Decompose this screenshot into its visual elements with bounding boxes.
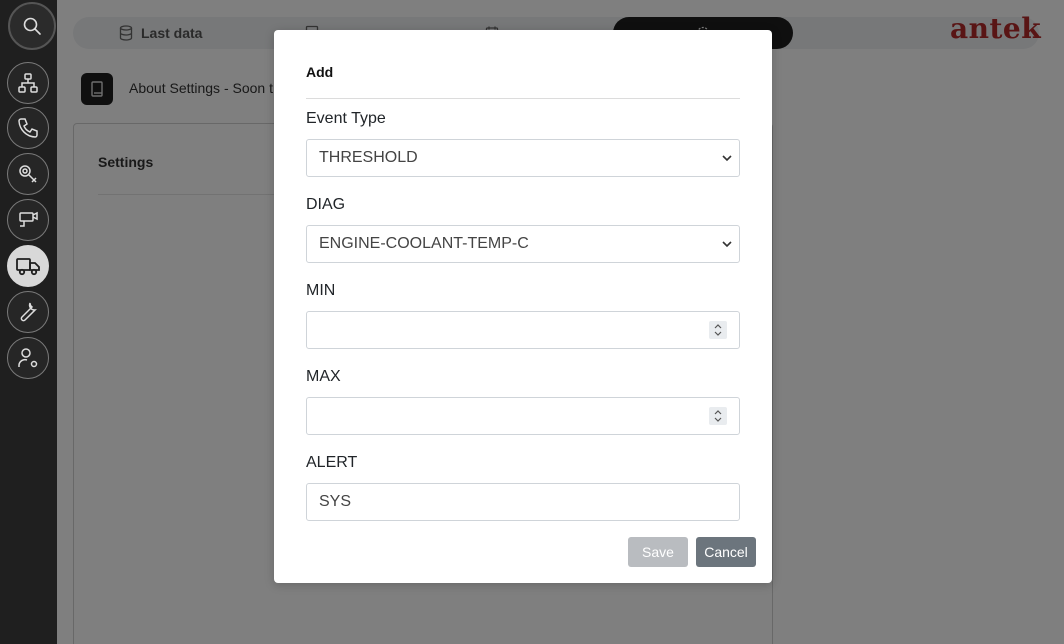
modal-title: Add <box>306 64 334 80</box>
diag-label: DIAG <box>306 196 346 213</box>
network-icon <box>18 73 38 93</box>
event-type-select[interactable]: THRESHOLD <box>306 139 740 177</box>
sidebar-item-camera[interactable] <box>7 199 49 241</box>
max-stepper[interactable] <box>709 407 727 425</box>
stepper-arrows-icon <box>714 410 722 422</box>
chevron-down-icon <box>722 155 732 162</box>
sidebar <box>0 0 57 644</box>
sensor-icon <box>19 165 37 183</box>
save-button[interactable]: Save <box>628 537 688 567</box>
truck-icon <box>16 258 40 276</box>
min-stepper[interactable] <box>709 321 727 339</box>
divider <box>306 98 740 99</box>
diag-value: ENGINE-COOLANT-TEMP-C <box>319 235 529 252</box>
user-settings-icon <box>18 348 38 368</box>
stepper-arrows-icon <box>714 324 722 336</box>
min-input[interactable] <box>306 311 740 349</box>
search-button[interactable] <box>8 2 56 50</box>
diag-select[interactable]: ENGINE-COOLANT-TEMP-C <box>306 225 740 263</box>
add-modal: Add Event Type THRESHOLD DIAG ENGINE-COO… <box>274 30 772 583</box>
sidebar-item-network[interactable] <box>7 62 49 104</box>
sidebar-item-phone[interactable] <box>7 107 49 149</box>
sidebar-item-truck[interactable] <box>7 245 49 287</box>
sidebar-item-user-settings[interactable] <box>7 337 49 379</box>
chevron-down-icon <box>722 241 732 248</box>
alert-value: SYS <box>319 493 352 510</box>
phone-icon <box>18 118 38 138</box>
cancel-button[interactable]: Cancel <box>696 537 756 567</box>
max-label: MAX <box>306 368 341 385</box>
alert-label: ALERT <box>306 454 358 471</box>
sidebar-item-sensor[interactable] <box>7 153 49 195</box>
sidebar-item-wrench[interactable] <box>7 291 49 333</box>
search-icon <box>23 17 41 35</box>
alert-input[interactable]: SYS <box>306 483 740 521</box>
max-input[interactable] <box>306 397 740 435</box>
event-type-label: Event Type <box>306 110 386 127</box>
camera-icon <box>19 211 38 227</box>
wrench-icon <box>20 302 37 322</box>
min-label: MIN <box>306 282 336 299</box>
event-type-value: THRESHOLD <box>319 149 418 166</box>
